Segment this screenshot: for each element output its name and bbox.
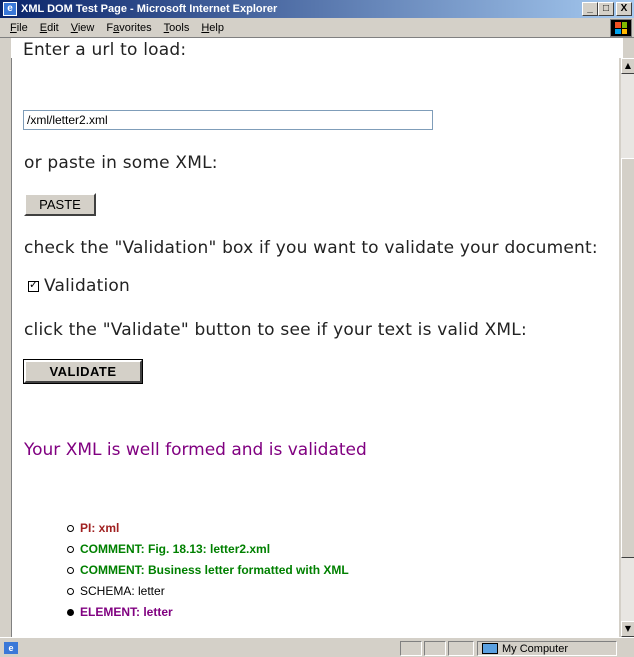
- validate-prompt: click the "Validate" button to see if yo…: [24, 320, 527, 340]
- window-frame-left: [0, 38, 11, 637]
- dom-node-item: PI: xml: [67, 518, 349, 539]
- bullet-icon: [67, 609, 74, 616]
- dom-node-text: ELEMENT: letter: [80, 605, 173, 619]
- scroll-up-icon[interactable]: ▲: [621, 58, 634, 74]
- scroll-down-icon[interactable]: ▼: [621, 621, 634, 637]
- windows-logo-icon: [610, 19, 632, 37]
- dom-node-text: COMMENT: Fig. 18.13: letter2.xml: [80, 542, 271, 556]
- scrollbar-thumb[interactable]: [621, 158, 634, 558]
- status-bar: e My Computer: [0, 637, 634, 657]
- zone-label: My Computer: [502, 642, 569, 655]
- dom-node-text: PI: xml: [80, 521, 120, 535]
- page-content: or paste in some XML: PASTE check the "V…: [11, 58, 619, 637]
- dom-node-text: SCHEMA: letter: [80, 584, 165, 598]
- computer-icon: [482, 643, 498, 654]
- maximize-button[interactable]: □: [598, 2, 614, 16]
- result-message: Your XML is well formed and is validated: [24, 440, 367, 460]
- ie-page-icon: e: [3, 2, 17, 16]
- dom-node-item: COMMENT: Fig. 18.13: letter2.xml: [67, 539, 349, 560]
- paste-prompt: or paste in some XML:: [24, 153, 218, 173]
- dom-node-item: SCHEMA: letter: [67, 581, 349, 602]
- bullet-icon: [67, 546, 74, 553]
- validation-prompt: check the "Validation" box if you want t…: [24, 238, 598, 258]
- content-top-strip: Enter a url to load:: [11, 38, 623, 60]
- dom-node-list: PI: xml COMMENT: Fig. 18.13: letter2.xml C…: [67, 518, 349, 623]
- status-panel: [424, 641, 446, 656]
- dom-node-item: COMMENT: Business letter formatted with …: [67, 560, 349, 581]
- menu-help[interactable]: Help: [195, 22, 230, 34]
- menu-edit[interactable]: Edit: [34, 22, 65, 34]
- bullet-icon: [67, 525, 74, 532]
- validation-checkbox[interactable]: [28, 278, 39, 292]
- menu-tools[interactable]: Tools: [158, 22, 196, 34]
- dom-node-item: ELEMENT: letter: [67, 602, 349, 623]
- title-bar[interactable]: e XML DOM Test Page - Microsoft Internet…: [0, 0, 634, 18]
- security-zone[interactable]: My Computer: [477, 641, 617, 656]
- dom-node-text: COMMENT: Business letter formatted with …: [80, 563, 349, 577]
- status-panel: [448, 641, 474, 656]
- status-panel: [400, 641, 422, 656]
- menu-bar: File Edit View Favorites Tools Help: [0, 18, 634, 38]
- bullet-icon: [67, 588, 74, 595]
- page-status-icon: e: [4, 641, 18, 654]
- minimize-button[interactable]: _: [582, 2, 598, 16]
- window-controls: _ □ X: [582, 2, 632, 16]
- menu-favorites[interactable]: Favorites: [100, 22, 157, 34]
- window-title: XML DOM Test Page - Microsoft Internet E…: [21, 3, 278, 15]
- menu-view[interactable]: View: [65, 22, 101, 34]
- bullet-icon: [67, 567, 74, 574]
- url-input[interactable]: [23, 110, 433, 130]
- vertical-scrollbar[interactable]: ▲ ▼: [620, 58, 634, 637]
- browser-window: e XML DOM Test Page - Microsoft Internet…: [0, 0, 634, 657]
- url-prompt: Enter a url to load:: [23, 40, 187, 60]
- menu-file[interactable]: File: [4, 22, 34, 34]
- paste-button[interactable]: PASTE: [24, 193, 96, 216]
- validate-button[interactable]: VALIDATE: [23, 359, 143, 384]
- close-button[interactable]: X: [616, 2, 632, 16]
- validation-label: Validation: [44, 276, 130, 296]
